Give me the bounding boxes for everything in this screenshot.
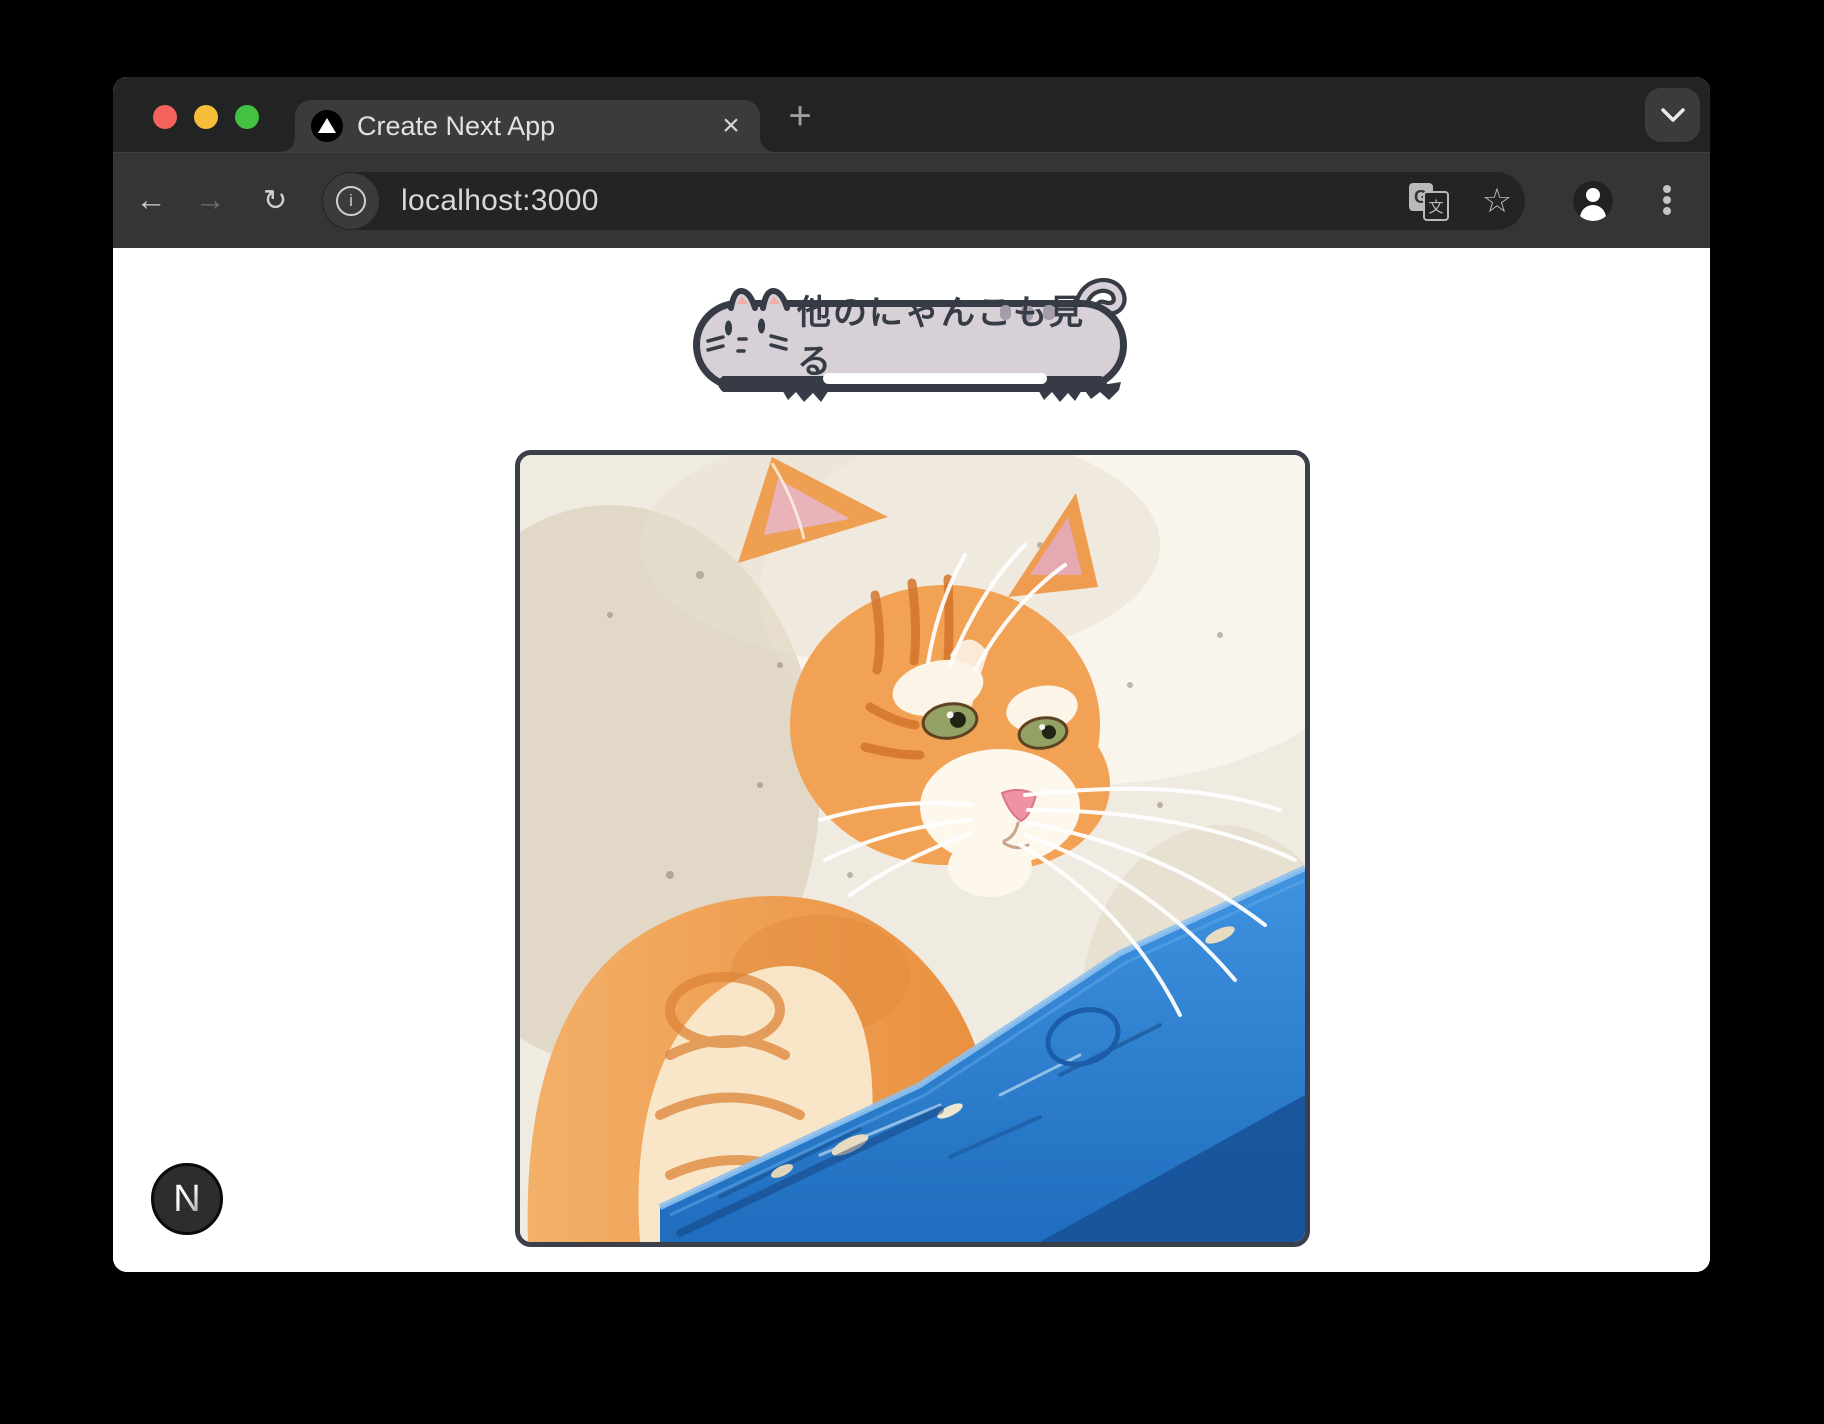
browser-tab[interactable]: Create Next App × [295,100,760,152]
vercel-triangle-icon [311,110,343,142]
new-tab-button[interactable]: + [780,96,820,136]
cat-button-label: 他のにゃんこも見る [797,302,1115,366]
profile-avatar-button[interactable] [1573,181,1613,221]
tab-title: Create Next App [357,111,716,142]
cat-paw-right [1037,388,1082,402]
page-content: 他のにゃんこも見る [113,248,1710,1272]
cat-paw-left [781,388,829,402]
traffic-lights [153,105,259,129]
reload-icon[interactable]: ↻ [255,180,295,220]
see-other-cats-button[interactable]: 他のにゃんこも見る [693,278,1129,406]
kitten-photo [515,450,1310,1247]
close-window-button[interactable] [153,105,177,129]
address-bar[interactable]: i localhost:3000 G 文 ☆ [322,172,1525,230]
bookmark-star-icon[interactable]: ☆ [1477,181,1517,221]
tab-search-button[interactable] [1645,88,1700,142]
kitten-photo-art [520,455,1305,1242]
minimize-window-button[interactable] [194,105,218,129]
back-icon[interactable]: ← [131,180,171,220]
tab-close-icon[interactable]: × [716,111,746,141]
nextjs-dev-badge[interactable]: N [151,1163,223,1235]
translate-icon[interactable]: G 文 [1409,181,1449,221]
browser-toolbar: ← → ↻ i localhost:3000 G 文 ☆ [113,152,1710,248]
url-text[interactable]: localhost:3000 [401,184,1409,218]
info-icon: i [336,186,366,216]
browser-window: Create Next App × + ← → ↻ i localhost:30… [113,77,1710,1272]
site-info-button[interactable]: i [323,173,379,229]
tab-strip: Create Next App × + [113,77,1710,152]
screen: Create Next App × + ← → ↻ i localhost:30… [0,0,1824,1424]
zoom-window-button[interactable] [235,105,259,129]
nextjs-n-icon: N [173,1178,200,1221]
forward-icon[interactable]: → [190,180,230,220]
chevron-down-icon [1660,107,1686,123]
browser-menu-icon[interactable] [1653,180,1681,220]
